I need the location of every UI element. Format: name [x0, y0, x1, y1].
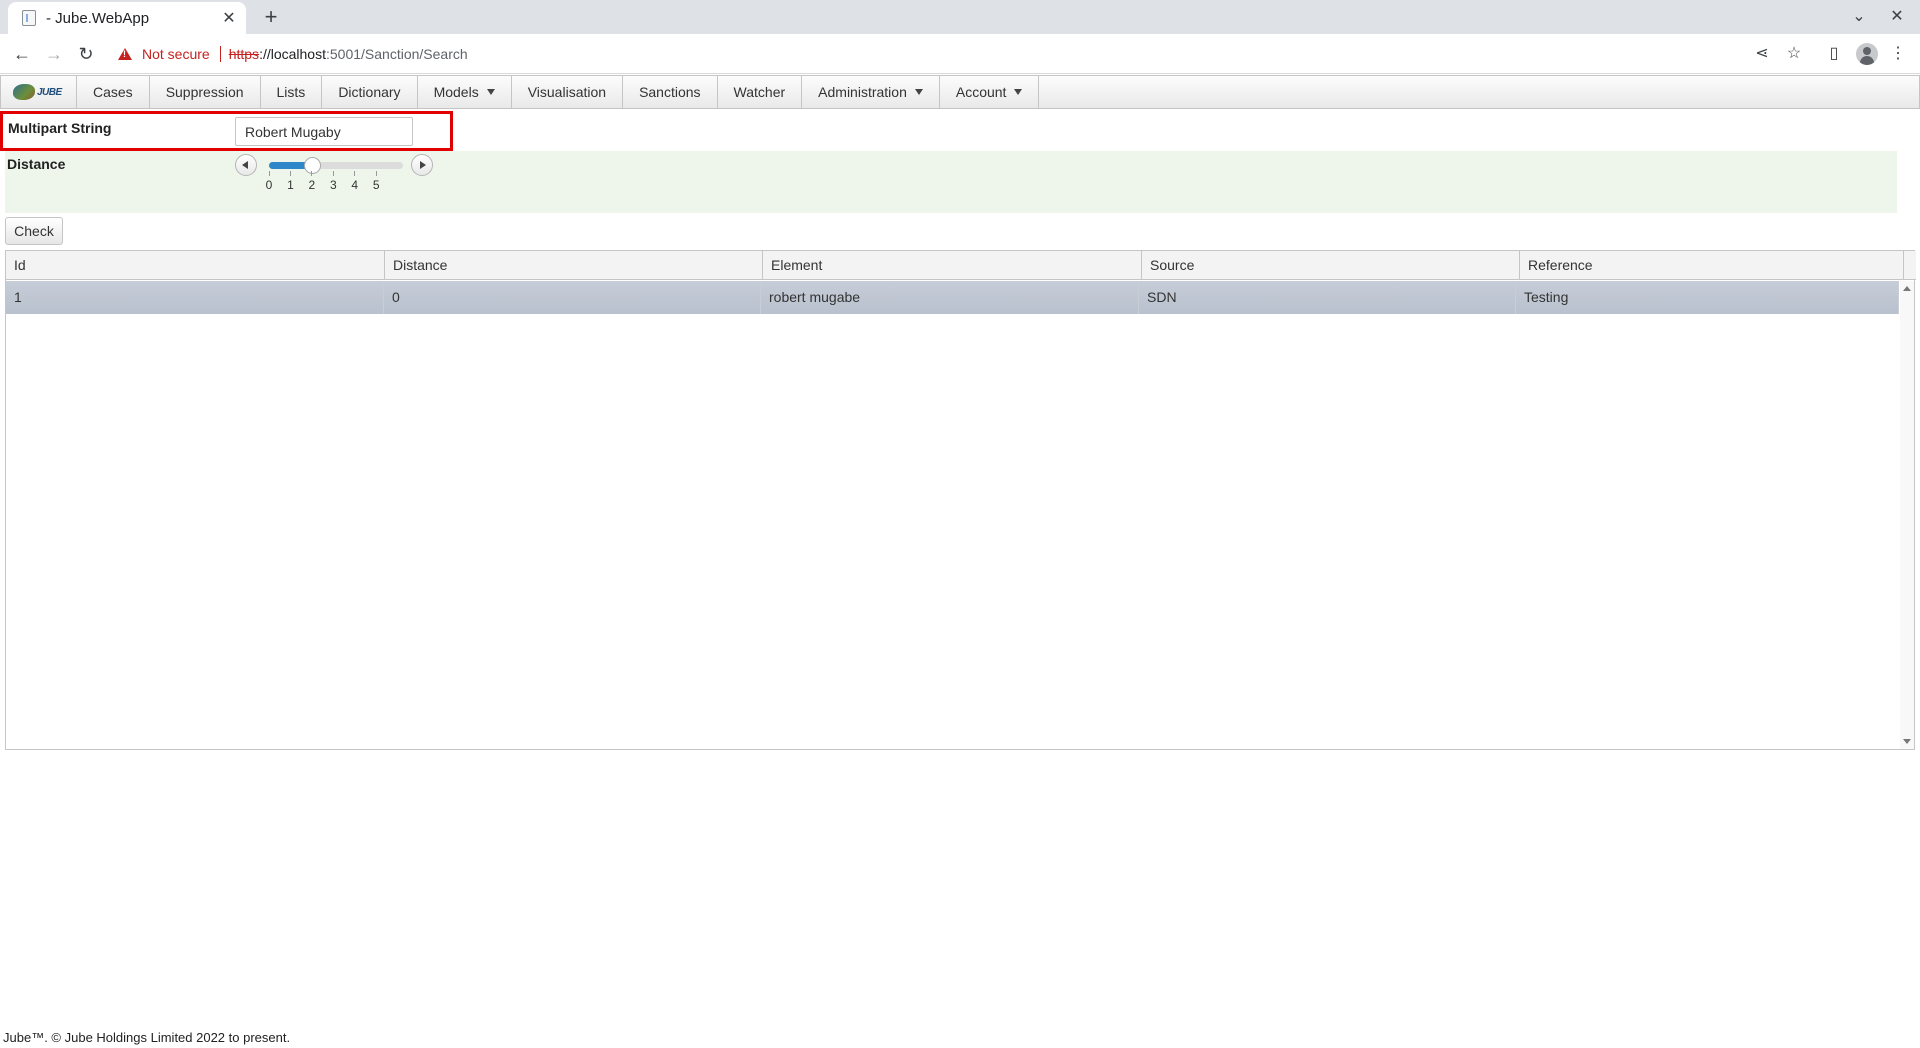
slider-ticks: 012345 — [266, 171, 403, 195]
distance-panel: Distance 012345 — [5, 151, 1897, 213]
kebab-menu-icon[interactable]: ⋮ — [1888, 44, 1908, 64]
multipart-string-row: Multipart String — [0, 111, 453, 151]
menu-item-label: Administration — [818, 84, 907, 100]
menu-item-label: Cases — [93, 84, 133, 100]
cell-distance: 0 — [384, 281, 761, 314]
menu-item-label: Watcher — [733, 84, 786, 100]
divider — [219, 46, 221, 62]
menu-item-label: Suppression — [165, 84, 244, 100]
column-header-id[interactable]: Id — [6, 251, 385, 280]
triangle-right-icon — [420, 161, 426, 169]
close-tab-icon[interactable]: ✕ — [220, 8, 238, 28]
logo-mark — [13, 84, 35, 100]
menu-item-label: Models — [433, 84, 479, 100]
menu-item-administration[interactable]: Administration — [802, 76, 940, 108]
slider-decrement-button[interactable] — [235, 154, 257, 176]
check-button[interactable]: Check — [5, 217, 63, 245]
column-header-element[interactable]: Element — [763, 251, 1142, 280]
scroll-up-icon[interactable] — [1903, 286, 1911, 291]
warning-icon — [118, 48, 132, 60]
url-host: ://localhost — [259, 46, 326, 62]
caret-down-icon — [486, 89, 495, 95]
multipart-string-input[interactable] — [235, 117, 413, 146]
menu-item-account[interactable]: Account — [940, 76, 1040, 108]
slider-tick-label: 4 — [345, 171, 365, 192]
app-menubar: JUBE Cases Suppression Lists Dictionary Mode… — [0, 75, 1920, 109]
cell-element: robert mugabe — [761, 281, 1139, 314]
menu-item-models[interactable]: Models — [418, 76, 512, 108]
grid-header-corner — [1904, 251, 1916, 280]
address-bar[interactable]: Not secure https ://localhost :5001/Sanc… — [106, 39, 1794, 69]
slider-tick-label: 2 — [302, 171, 322, 192]
column-header-distance[interactable]: Distance — [385, 251, 763, 280]
column-header-reference[interactable]: Reference — [1520, 251, 1904, 280]
security-status[interactable]: Not secure — [142, 46, 210, 62]
close-window-icon[interactable]: ✕ — [1886, 6, 1908, 26]
tab-title: - Jube.WebApp — [46, 9, 150, 27]
menu-item-watcher[interactable]: Watcher — [718, 76, 803, 108]
menu-item-label: Visualisation — [527, 84, 607, 100]
vertical-scrollbar[interactable] — [1900, 281, 1914, 749]
menu-item-label: Dictionary — [338, 84, 401, 100]
slider-tick-label: 3 — [323, 171, 343, 192]
profile-icon[interactable] — [1856, 43, 1878, 65]
side-panel-icon[interactable]: ▯ — [1824, 44, 1844, 64]
menu-item-label: Account — [955, 84, 1007, 100]
triangle-left-icon — [242, 161, 248, 169]
slider-tick-label: 5 — [366, 171, 386, 192]
page-icon — [22, 10, 36, 26]
slider-increment-button[interactable] — [411, 154, 433, 176]
cell-id: 1 — [6, 281, 384, 314]
url-path: :5001/Sanction/Search — [326, 46, 468, 62]
caret-down-icon — [1014, 89, 1023, 95]
share-icon[interactable]: ⋖ — [1752, 44, 1772, 64]
new-tab-button[interactable]: + — [258, 4, 284, 30]
jube-logo[interactable]: JUBE — [1, 76, 77, 108]
menu-item-cases[interactable]: Cases — [77, 76, 150, 108]
chevron-down-icon[interactable]: ⌄ — [1848, 6, 1870, 26]
grid-header: Id Distance Element Source Reference — [6, 251, 1904, 280]
browser-tabstrip: - Jube.WebApp ✕ + ⌄ ✕ — [0, 0, 1920, 34]
table-row[interactable]: 1 0 robert mugabe SDN Testing — [6, 281, 1899, 314]
menu-item-label: Lists — [276, 84, 306, 100]
scroll-down-icon[interactable] — [1903, 739, 1911, 744]
browser-tab[interactable]: - Jube.WebApp ✕ — [8, 2, 246, 34]
distance-label: Distance — [7, 156, 66, 172]
caret-down-icon — [914, 89, 923, 95]
back-arrow-icon[interactable]: ← — [10, 42, 34, 66]
menu-item-lists[interactable]: Lists — [261, 76, 323, 108]
menu-item-dictionary[interactable]: Dictionary — [322, 76, 418, 108]
menu-item-suppression[interactable]: Suppression — [150, 76, 261, 108]
reload-icon[interactable]: ↻ — [74, 42, 98, 66]
star-icon[interactable]: ☆ — [1784, 44, 1804, 64]
menu-item-sanctions[interactable]: Sanctions — [623, 76, 718, 108]
column-header-source[interactable]: Source — [1142, 251, 1520, 280]
browser-toolbar: ← → ↻ Not secure https ://localhost :500… — [0, 34, 1920, 74]
menu-item-label: Sanctions — [639, 84, 701, 100]
results-grid: Id Distance Element Source Reference 1 0 rober… — [5, 250, 1916, 750]
forward-arrow-icon[interactable]: → — [42, 42, 66, 66]
footer-copyright: Jube™. © Jube Holdings Limited 2022 to p… — [3, 1030, 291, 1045]
distance-slider[interactable] — [269, 157, 403, 174]
cell-source: SDN — [1139, 281, 1516, 314]
cell-reference: Testing — [1516, 281, 1899, 314]
url-scheme: https — [228, 46, 260, 62]
menu-item-visualisation[interactable]: Visualisation — [512, 76, 624, 108]
slider-tick-label: 1 — [280, 171, 300, 192]
slider-tick-label: 0 — [259, 171, 279, 192]
multipart-string-label: Multipart String — [8, 120, 112, 136]
logo-text: JUBE — [37, 86, 62, 98]
